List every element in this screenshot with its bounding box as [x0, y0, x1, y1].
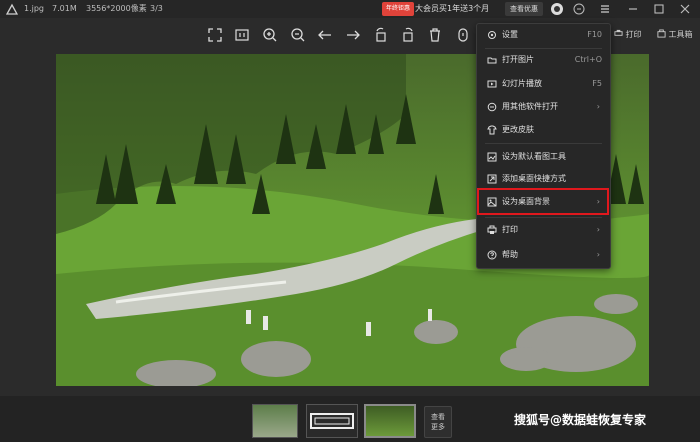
- thumbnail[interactable]: [252, 404, 298, 438]
- menu-item-print[interactable]: 打印 ›: [477, 221, 610, 239]
- menu-item-shortcut: F10: [587, 30, 602, 39]
- actual-size-icon[interactable]: [234, 27, 250, 43]
- menu-item-label: 用其他软件打开: [502, 102, 558, 111]
- rotate-left-icon[interactable]: [373, 27, 389, 43]
- menu-item-shortcut: Ctrl+O: [574, 55, 602, 64]
- menu-item-add-shortcut[interactable]: 添加桌面快捷方式: [477, 170, 610, 188]
- menu-item-change-skin[interactable]: 更改皮肤: [477, 121, 610, 139]
- filename: 1.jpg: [24, 4, 45, 13]
- menu-item-help[interactable]: 帮助 ›: [477, 246, 610, 264]
- submenu-arrow-icon: ›: [596, 225, 600, 234]
- submenu-arrow-icon: ›: [596, 250, 600, 259]
- menu-item-label: 打印: [502, 225, 518, 234]
- highlight-box: [477, 188, 609, 215]
- shortcut-icon: [487, 174, 497, 184]
- open-with-icon: [487, 102, 497, 112]
- see-more-label: 查看更多: [431, 413, 445, 431]
- next-icon[interactable]: [345, 27, 361, 43]
- watermark: 搜狐号@数据蛙恢复专家: [514, 413, 647, 427]
- gear-icon: [488, 31, 496, 39]
- app-logo-icon: [6, 3, 18, 15]
- delete-icon[interactable]: [427, 27, 443, 43]
- page-index: 3/3: [150, 4, 163, 13]
- menu-item-shortcut: F5: [592, 79, 602, 88]
- menu-divider: [485, 48, 602, 49]
- folder-icon: [487, 57, 497, 64]
- thumbnail-selected[interactable]: [364, 404, 416, 438]
- slideshow-icon: [487, 80, 497, 88]
- minimize-icon[interactable]: [626, 2, 640, 16]
- promo-text[interactable]: 大会员买1年送3个月: [415, 0, 489, 18]
- title-bar: 1.jpg 7.01M 3556*2000像素 3/3 年终钜惠 大会员买1年送…: [0, 0, 700, 18]
- menu-item-label: 添加桌面快捷方式: [502, 174, 566, 183]
- thumbnail[interactable]: [306, 404, 358, 438]
- feedback-icon[interactable]: [572, 2, 586, 16]
- menu-item-label: 幻灯片播放: [502, 79, 542, 88]
- avatar[interactable]: [550, 2, 564, 16]
- menu-item-open-with[interactable]: 用其他软件打开 ›: [477, 98, 610, 116]
- filesize: 7.01M: [52, 4, 77, 13]
- printer-icon: [614, 29, 623, 36]
- rotate-right-icon[interactable]: [400, 27, 416, 43]
- menu-item-slideshow[interactable]: 幻灯片播放 F5: [477, 75, 610, 93]
- print-label: 打印: [625, 30, 642, 39]
- promo-tag: 年终钜惠: [382, 2, 415, 16]
- toolbox-icon: [657, 29, 666, 38]
- info-icon[interactable]: [455, 27, 471, 43]
- toolbox-label: 工具箱: [668, 30, 693, 39]
- submenu-arrow-icon: ›: [596, 102, 600, 111]
- promo-button[interactable]: 查看优惠: [505, 2, 543, 16]
- menu-divider: [485, 143, 602, 144]
- menu-divider: [485, 217, 602, 218]
- menu-item-label: 更改皮肤: [502, 125, 534, 134]
- menu-icon[interactable]: [598, 2, 612, 16]
- menu-item-label: 帮助: [502, 250, 518, 259]
- menu-item-settings[interactable]: 设置 F10: [477, 26, 610, 44]
- menu-item-set-default[interactable]: 设为默认看图工具: [477, 148, 610, 166]
- resolution: 3556*2000像素: [86, 4, 147, 13]
- zoom-out-icon[interactable]: [290, 27, 306, 43]
- printer-icon: [487, 225, 497, 234]
- see-more-button[interactable]: 查看更多: [424, 406, 452, 438]
- default-app-icon: [487, 152, 497, 162]
- menu-item-open-image[interactable]: 打开图片 Ctrl+O: [477, 51, 610, 69]
- menu-item-label: 设为默认看图工具: [502, 152, 566, 161]
- previous-icon[interactable]: [317, 27, 333, 43]
- menu-item-label: 设置: [502, 30, 518, 39]
- skin-icon: [487, 125, 497, 135]
- context-menu: 设置 F10 打开图片 Ctrl+O 幻灯片播放 F5 用其他软件打开 › 更改…: [476, 23, 611, 269]
- help-icon: [487, 250, 497, 260]
- toolbox-button[interactable]: 工具箱: [657, 28, 693, 42]
- fullscreen-icon[interactable]: [207, 27, 223, 43]
- close-icon[interactable]: [678, 2, 692, 16]
- menu-item-label: 打开图片: [502, 55, 534, 64]
- maximize-icon[interactable]: [652, 2, 666, 16]
- zoom-in-icon[interactable]: [262, 27, 278, 43]
- print-toolbar-button[interactable]: 打印: [614, 28, 642, 42]
